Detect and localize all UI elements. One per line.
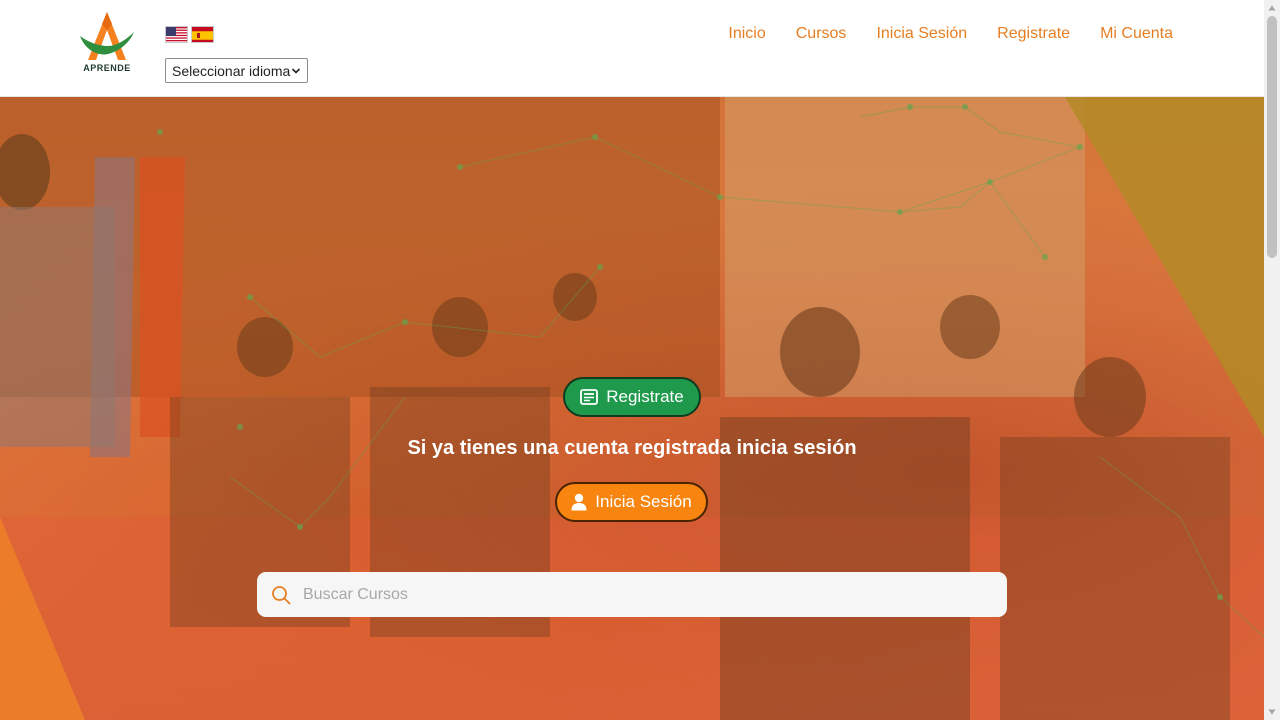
registration-card-icon xyxy=(580,389,599,405)
logo-mark-icon xyxy=(80,12,134,60)
login-prompt-text: Si ya tienes una cuenta registrada inici… xyxy=(407,437,857,459)
language-select-value: Seleccionar idioma xyxy=(172,62,291,79)
hero-section: Registrate Si ya tienes una cuenta regis… xyxy=(0,97,1264,720)
search-icon[interactable] xyxy=(271,585,291,605)
nav-inicio[interactable]: Inicio xyxy=(728,22,765,46)
scroll-up-arrow-icon[interactable] xyxy=(1268,4,1276,12)
login-button[interactable]: Inicia Sesión xyxy=(555,482,708,522)
english-flag-icon[interactable] xyxy=(165,26,188,43)
scrollbar-thumb[interactable] xyxy=(1267,16,1277,258)
language-flags xyxy=(165,26,214,43)
page-scrollbar[interactable] xyxy=(1264,0,1280,720)
nav-cursos[interactable]: Cursos xyxy=(796,22,847,46)
language-select[interactable]: Seleccionar idioma xyxy=(165,58,308,83)
site-header: APRENDE Seleccionar idioma Inicio Cursos… xyxy=(0,0,1264,97)
main-nav: Inicio Cursos Inicia Sesión Registrate M… xyxy=(728,22,1173,46)
nav-inicia-sesion[interactable]: Inicia Sesión xyxy=(876,22,967,46)
register-button-label: Registrate xyxy=(606,387,684,406)
course-search xyxy=(257,572,1007,617)
scroll-down-arrow-icon[interactable] xyxy=(1268,708,1276,716)
search-input[interactable] xyxy=(301,584,981,605)
user-icon xyxy=(571,493,587,511)
chevron-down-icon xyxy=(291,67,301,74)
logo[interactable]: APRENDE xyxy=(76,10,138,78)
nav-mi-cuenta[interactable]: Mi Cuenta xyxy=(1100,22,1173,46)
nav-registrate[interactable]: Registrate xyxy=(997,22,1070,46)
spanish-flag-icon[interactable] xyxy=(191,26,214,43)
login-button-label: Inicia Sesión xyxy=(595,492,692,511)
register-button[interactable]: Registrate xyxy=(563,377,701,417)
logo-text: APRENDE xyxy=(83,63,131,73)
